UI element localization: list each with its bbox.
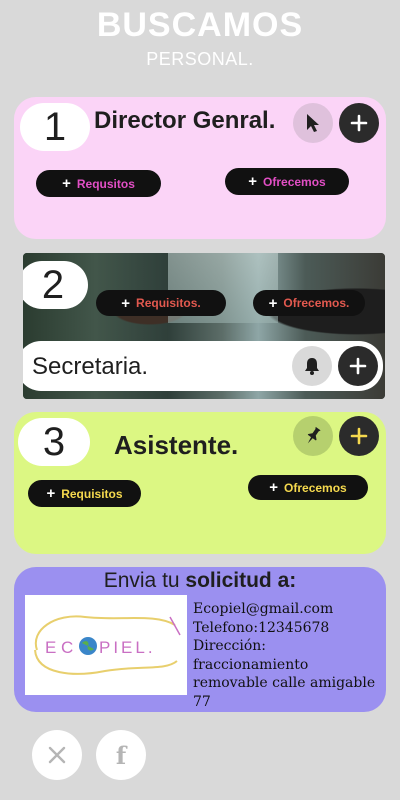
contact-email[interactable]: Ecopiel@gmail.com: [193, 600, 383, 619]
contact-address: fraccionamiento removable calle amigable…: [193, 656, 376, 710]
add-button[interactable]: [338, 346, 378, 386]
requisitos-button[interactable]: + Requsitos: [36, 170, 161, 197]
page-subtitle: PERSONAL.: [146, 49, 254, 69]
ofrecemos-button[interactable]: + Ofrecemos.: [253, 290, 365, 316]
requisitos-button[interactable]: + Requisitos: [28, 480, 141, 507]
x-icon: [48, 746, 66, 764]
contact-phone: Telefono:12345678: [193, 619, 330, 636]
ofrecemos-button[interactable]: + Ofrecemos: [248, 475, 368, 500]
svg-text:E: E: [45, 638, 58, 657]
job-card-secretaria: 2 + Requisitos. + Ofrecemos. Secretaria.: [23, 253, 385, 399]
logo-graphic: E C PIEL.: [34, 615, 181, 675]
page-title: BUSCAMOS: [96, 6, 304, 44]
job-number: 3: [18, 418, 90, 466]
plus-icon: [350, 114, 368, 132]
requisitos-label: Requsitos: [76, 176, 135, 191]
job-title: Asistente.: [114, 430, 239, 460]
plus-icon: +: [248, 173, 258, 190]
facebook-social-button[interactable]: f: [96, 730, 146, 780]
contact-info: Ecopiel@gmail.com Telefono:12345678 Dire…: [193, 600, 383, 711]
add-button[interactable]: [339, 416, 379, 456]
plus-icon: +: [62, 175, 71, 192]
plus-icon: [349, 357, 367, 375]
plus-icon: +: [268, 294, 278, 312]
requisitos-label: Requisitos.: [136, 296, 201, 310]
pin-button[interactable]: [293, 416, 333, 456]
contact-heading: Envia tu solicitud a:: [14, 569, 386, 593]
contact-heading-bold: solicitud a:: [185, 569, 297, 592]
plus-icon: [350, 427, 368, 445]
requisitos-label: Requisitos: [61, 486, 123, 501]
x-social-button[interactable]: [32, 730, 82, 780]
plus-icon: +: [46, 485, 56, 502]
job-card-director: 1 Director Genral. + Requsitos + Ofrecem…: [14, 97, 386, 239]
job-title: Director Genral.: [94, 107, 276, 134]
ecopiel-logo: E C PIEL.: [25, 595, 187, 695]
ofrecemos-label: Ofrecemos: [284, 480, 347, 495]
plus-icon: +: [269, 479, 279, 496]
contact-heading-prefix: Envia tu: [103, 569, 186, 592]
facebook-icon: f: [115, 740, 127, 770]
bell-icon: [305, 358, 319, 375]
add-button[interactable]: [339, 103, 379, 143]
contact-address-label: Dirección:: [193, 638, 267, 654]
cursor-icon: [307, 114, 319, 132]
cursor-button[interactable]: [293, 103, 333, 143]
ofrecemos-label: Ofrecemos.: [283, 296, 350, 310]
svg-text:C: C: [61, 638, 75, 657]
svg-text:PIEL.: PIEL.: [99, 638, 156, 657]
ofrecemos-label: Ofrecemos: [263, 174, 326, 189]
job-card-asistente: 3 Asistente. + Requisitos + Ofrecemos: [14, 412, 386, 554]
pin-icon: [307, 426, 321, 444]
job-number: 2: [23, 261, 88, 309]
contact-card: Envia tu solicitud a: E C PIEL. Ecopiel@…: [14, 567, 386, 712]
bell-button[interactable]: [292, 346, 332, 386]
ofrecemos-button[interactable]: + Ofrecemos: [225, 168, 349, 195]
plus-icon: +: [121, 294, 131, 312]
job-title: Secretaria.: [32, 353, 149, 380]
job-number: 1: [20, 103, 90, 151]
requisitos-button[interactable]: + Requisitos.: [96, 290, 226, 316]
